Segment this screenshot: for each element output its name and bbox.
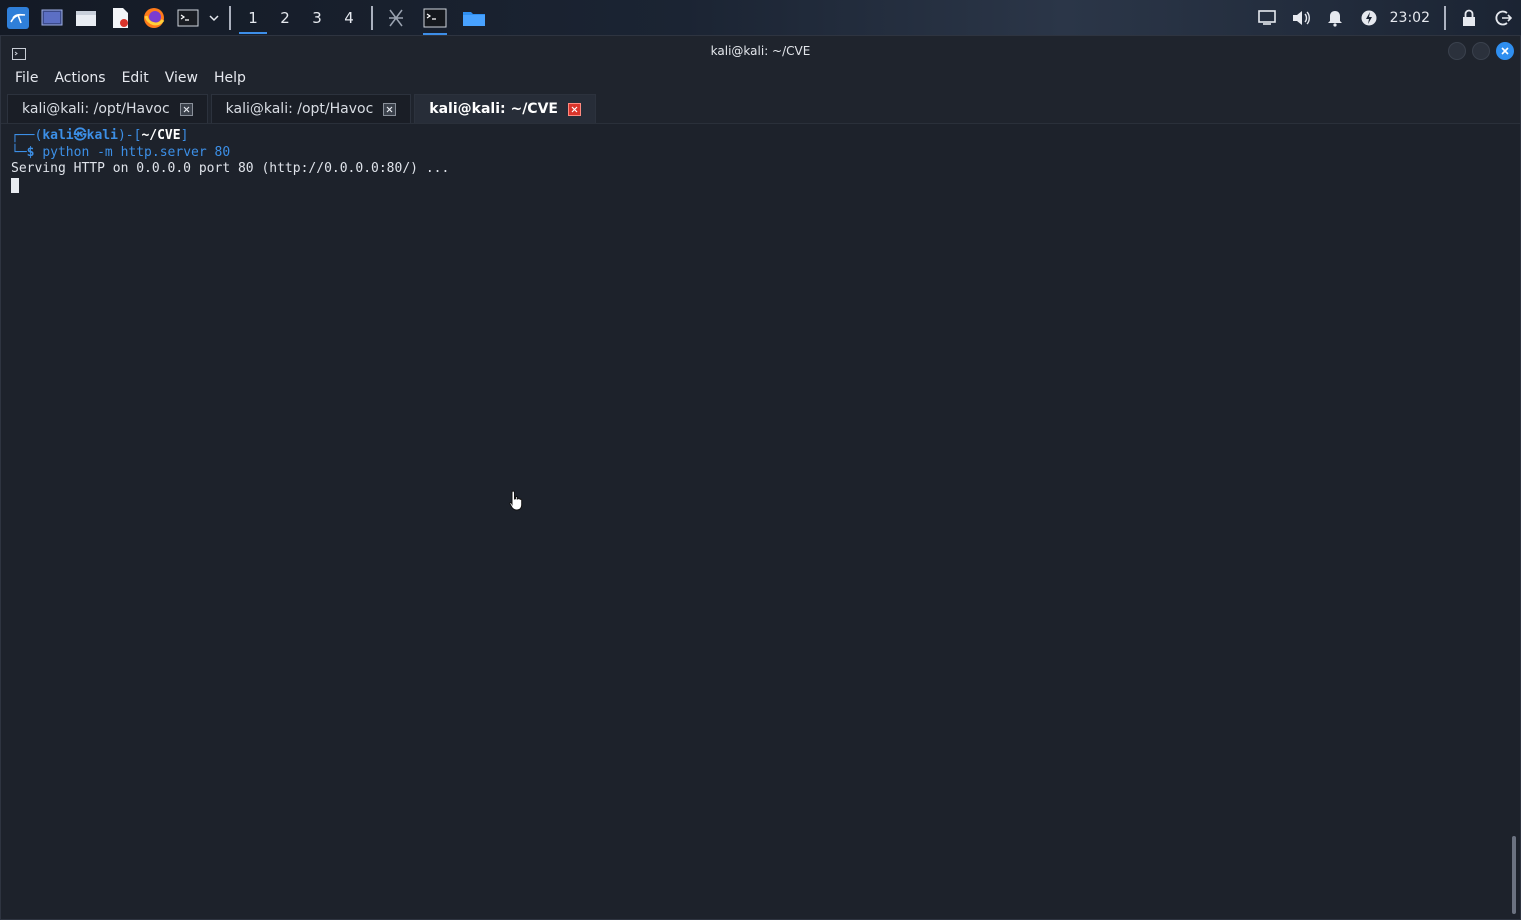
terminal-window: kali@kali: ~/CVE File Actions Edit View … xyxy=(0,35,1521,920)
prompt-frame: └─ xyxy=(11,144,27,160)
tab-close-button[interactable] xyxy=(383,102,397,116)
kali-menu-icon[interactable] xyxy=(6,6,30,30)
firefox-icon[interactable] xyxy=(142,6,166,30)
file-manager-icon[interactable] xyxy=(74,6,98,30)
tab-label: kali@kali: ~/CVE xyxy=(429,101,558,117)
chevron-down-icon[interactable] xyxy=(207,6,221,30)
menu-file[interactable]: File xyxy=(7,70,46,86)
volume-icon[interactable] xyxy=(1289,6,1313,30)
terminal-output[interactable]: ┌──(kali㉿kali)-[~/CVE] └─$ python -m http… xyxy=(1,124,1508,919)
window-titlebar[interactable]: kali@kali: ~/CVE xyxy=(1,36,1520,66)
tab-close-button[interactable] xyxy=(179,102,193,116)
command-text: python -m http.server 80 xyxy=(42,144,231,160)
folder-task-icon[interactable] xyxy=(462,6,486,30)
logout-icon[interactable] xyxy=(1491,6,1515,30)
prompt-host: kali xyxy=(86,128,118,143)
close-icon xyxy=(386,106,393,112)
workspace-4[interactable]: 4 xyxy=(333,0,365,35)
desktop-icon[interactable] xyxy=(40,6,64,30)
lock-icon[interactable] xyxy=(1457,6,1481,30)
close-icon xyxy=(571,106,578,112)
menu-actions[interactable]: Actions xyxy=(46,70,113,86)
menu-help[interactable]: Help xyxy=(206,70,254,86)
workspace-2[interactable]: 2 xyxy=(269,0,301,35)
panel-separator xyxy=(229,5,231,30)
terminal-task-icon[interactable] xyxy=(423,6,447,35)
power-manager-icon[interactable] xyxy=(1357,6,1381,30)
tab-cve[interactable]: kali@kali: ~/CVE xyxy=(414,94,596,123)
prompt-frame: ┌──( xyxy=(11,128,43,143)
terminal-icon[interactable] xyxy=(176,6,200,30)
tab-havoc-1[interactable]: kali@kali: /opt/Havoc xyxy=(7,94,208,123)
system-tray: 23:02 xyxy=(1250,0,1521,35)
tab-label: kali@kali: /opt/Havoc xyxy=(225,101,374,117)
window-title: kali@kali: ~/CVE xyxy=(710,44,811,58)
workspace-1[interactable]: 1 xyxy=(237,0,269,35)
tab-close-button[interactable] xyxy=(567,102,581,116)
command-line: └─$ python -m http.server 80 xyxy=(11,145,1498,162)
mouse-pointer-icon xyxy=(509,489,523,515)
menu-view[interactable]: View xyxy=(157,70,206,86)
tab-bar: kali@kali: /opt/Havoc kali@kali: /opt/Ha… xyxy=(1,90,1520,124)
maximize-button[interactable] xyxy=(1472,42,1490,60)
panel-separator xyxy=(371,5,373,30)
burp-icon[interactable] xyxy=(384,6,408,30)
close-button[interactable] xyxy=(1496,42,1514,60)
window-controls xyxy=(1448,42,1514,60)
tab-label: kali@kali: /opt/Havoc xyxy=(22,101,170,117)
prompt-frame: )-[ xyxy=(117,128,142,143)
text-cursor xyxy=(11,177,19,193)
prompt-at-symbol: ㉿ xyxy=(73,128,87,143)
close-icon xyxy=(183,106,190,112)
minimize-button[interactable] xyxy=(1448,42,1466,60)
prompt-frame: ] xyxy=(180,128,189,143)
prompt-user: kali xyxy=(42,128,74,143)
prompt-line: ┌──(kali㉿kali)-[~/CVE] xyxy=(11,128,1498,145)
prompt-path: ~/CVE xyxy=(141,128,181,143)
panel-separator xyxy=(1444,5,1446,30)
top-panel: 1 2 3 4 23:02 xyxy=(0,0,1521,35)
menubar: File Actions Edit View Help xyxy=(1,66,1520,90)
menu-edit[interactable]: Edit xyxy=(114,70,157,86)
display-icon[interactable] xyxy=(1255,6,1279,30)
output-line: Serving HTTP on 0.0.0.0 port 80 (http://… xyxy=(11,161,450,176)
text-editor-icon[interactable] xyxy=(108,6,132,30)
clock[interactable]: 23:02 xyxy=(1390,10,1430,26)
close-icon xyxy=(1501,47,1509,55)
workspace-3[interactable]: 3 xyxy=(301,0,333,35)
scrollbar[interactable] xyxy=(1512,836,1516,914)
prompt-dollar: $ xyxy=(26,144,43,160)
window-terminal-icon[interactable] xyxy=(12,45,26,64)
cursor-line xyxy=(11,177,1498,195)
bell-icon[interactable] xyxy=(1323,6,1347,30)
tab-havoc-2[interactable]: kali@kali: /opt/Havoc xyxy=(210,94,412,123)
